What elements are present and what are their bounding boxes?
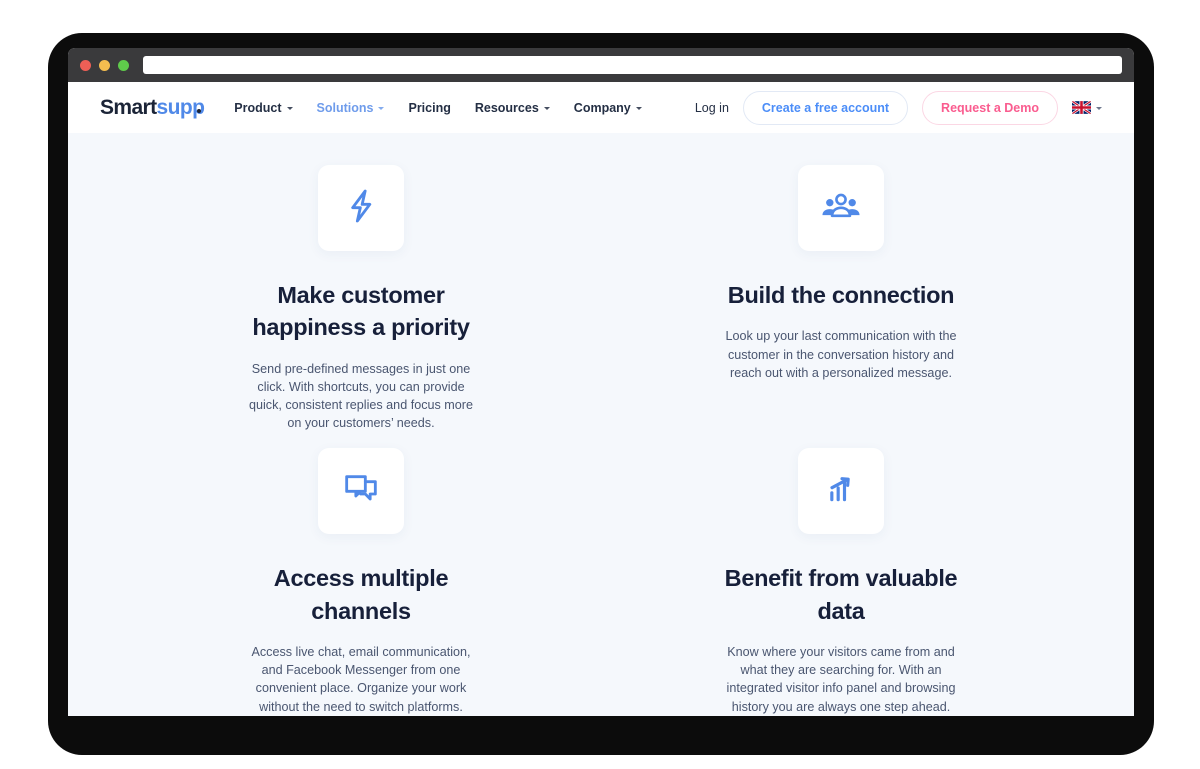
feature-icon-tile (798, 448, 884, 535)
feature-card-body: Send pre-defined messages in just one cl… (248, 361, 473, 431)
feature-card-title: Make customer happiness a priority (252, 282, 470, 341)
nav-actions: Log in Create a free account Request a D… (695, 90, 1102, 125)
feature-card-body: Access live chat, email communication, a… (251, 645, 471, 714)
feature-card-title: Access multiple channels (273, 565, 449, 624)
logo-supp-label: supp (156, 95, 205, 119)
maximize-window-button[interactable] (118, 59, 129, 71)
chevron-down-icon (1096, 107, 1102, 110)
feature-icon-tile (318, 165, 404, 251)
browser-chrome (68, 48, 1134, 82)
chevron-down-icon (286, 107, 293, 110)
nav-item-company[interactable]: Company (574, 101, 642, 115)
logo-eye-icon (197, 108, 202, 113)
feature-card-title: Build the connection (727, 282, 955, 308)
nav-item-solutions-label: Solutions (316, 100, 374, 115)
nav-item-resources-label: Resources (474, 100, 539, 115)
nav-item-resources[interactable]: Resources (475, 101, 550, 115)
login-link[interactable]: Log in (695, 101, 729, 115)
traffic-light-buttons (80, 59, 129, 71)
feature-card-body: Know where your visitors came from and w… (726, 645, 956, 714)
request-demo-button[interactable]: Request a Demo (922, 90, 1058, 125)
logo-text-supp: supp (157, 96, 205, 120)
nav-item-pricing[interactable]: Pricing (408, 101, 450, 115)
nav-item-product[interactable]: Product (234, 100, 293, 115)
language-switcher[interactable] (1072, 101, 1102, 114)
chevron-down-icon (378, 107, 385, 110)
bar-chart-arrow-icon (821, 469, 861, 514)
chevron-down-icon (543, 107, 550, 110)
logo-text-smart: Smart (100, 95, 157, 119)
lightning-bolt-icon (341, 186, 381, 231)
feature-card-body: Look up your last communication with the… (725, 329, 957, 380)
feature-card: Benefit from valuable data Know where yo… (641, 432, 1041, 715)
feature-card-title: Benefit from valuable data (724, 565, 958, 624)
people-group-icon (820, 185, 862, 232)
feature-icon-tile (318, 448, 404, 535)
close-window-button[interactable] (80, 59, 91, 71)
primary-nav: Product Solutions Pricing Resources Comp… (234, 100, 642, 115)
features-section: Make customer happiness a priority Send … (68, 133, 1134, 716)
url-input[interactable] (143, 56, 1122, 74)
site-navbar: Smart supp Product Solutions Pricing Res… (68, 82, 1134, 133)
create-free-account-button[interactable]: Create a free account (742, 90, 909, 125)
feature-card: Make customer happiness a priority Send … (161, 149, 561, 432)
smartsupp-logo[interactable]: Smart supp (100, 95, 205, 120)
browser-window: Smart supp Product Solutions Pricing Res… (68, 48, 1134, 716)
feature-cards-grid: Make customer happiness a priority Send … (161, 149, 1041, 716)
nav-item-solutions[interactable]: Solutions (317, 101, 385, 115)
nav-item-pricing-label: Pricing (408, 100, 451, 115)
nav-item-product-label: Product (234, 100, 282, 115)
chat-bubbles-icon (341, 469, 381, 514)
feature-card: Access multiple channels Access live cha… (161, 432, 561, 715)
minimize-window-button[interactable] (99, 59, 110, 71)
feature-icon-tile (798, 165, 884, 251)
uk-flag-icon (1072, 101, 1091, 114)
nav-item-company-label: Company (573, 100, 631, 115)
chevron-down-icon (635, 107, 642, 110)
feature-card: Build the connection Look up your last c… (641, 149, 1041, 432)
